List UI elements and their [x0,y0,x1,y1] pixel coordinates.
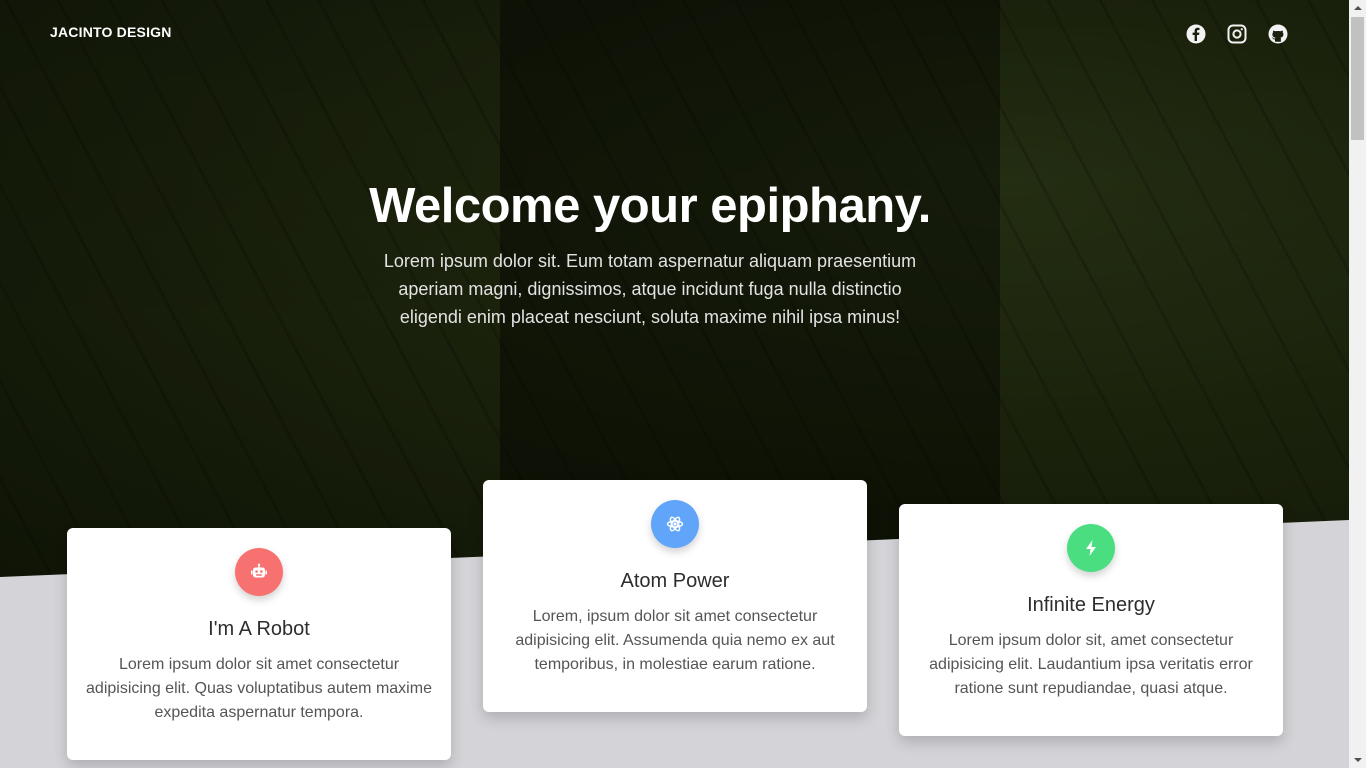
card-text: Lorem ipsum dolor sit amet consectetur a… [86,656,432,721]
atom-icon-badge [651,500,699,548]
scroll-down-arrow-icon[interactable] [1349,751,1366,768]
brand-logo[interactable]: JACINTO DESIGN [50,24,172,40]
facebook-icon [1186,24,1206,44]
card-text: Lorem, ipsum dolor sit amet consectetur … [515,608,835,673]
feature-card-robot: I'm A Robot Lorem ipsum dolor sit amet c… [67,528,451,760]
card-title: Infinite Energy [1027,594,1155,616]
instagram-link[interactable] [1227,24,1247,44]
github-icon [1268,24,1288,44]
card-title: Atom Power [620,570,730,592]
card-title: I'm A Robot [208,618,310,640]
feature-card-energy: Infinite Energy Lorem ipsum dolor sit, a… [899,504,1283,736]
card-text: Lorem ipsum dolor sit, amet consectetur … [929,632,1253,697]
scrollbar-thumb[interactable] [1351,17,1364,140]
lightning-bolt-icon [1086,540,1096,556]
scroll-up-arrow-icon[interactable] [1349,0,1366,17]
hero-title: Welcome your epiphany. [369,179,931,233]
robot-icon [251,563,267,578]
hero-text: Lorem ipsum dolor sit. Eum totam asperna… [383,251,917,327]
vertical-scrollbar[interactable] [1349,0,1366,768]
atom-icon [666,516,684,532]
facebook-link[interactable] [1186,24,1206,44]
feature-card-atom: Atom Power Lorem, ipsum dolor sit amet c… [483,480,867,712]
robot-icon-badge [235,548,283,596]
instagram-icon [1227,24,1247,44]
lightning-bolt-icon-badge [1067,524,1115,572]
github-link[interactable] [1268,24,1288,44]
